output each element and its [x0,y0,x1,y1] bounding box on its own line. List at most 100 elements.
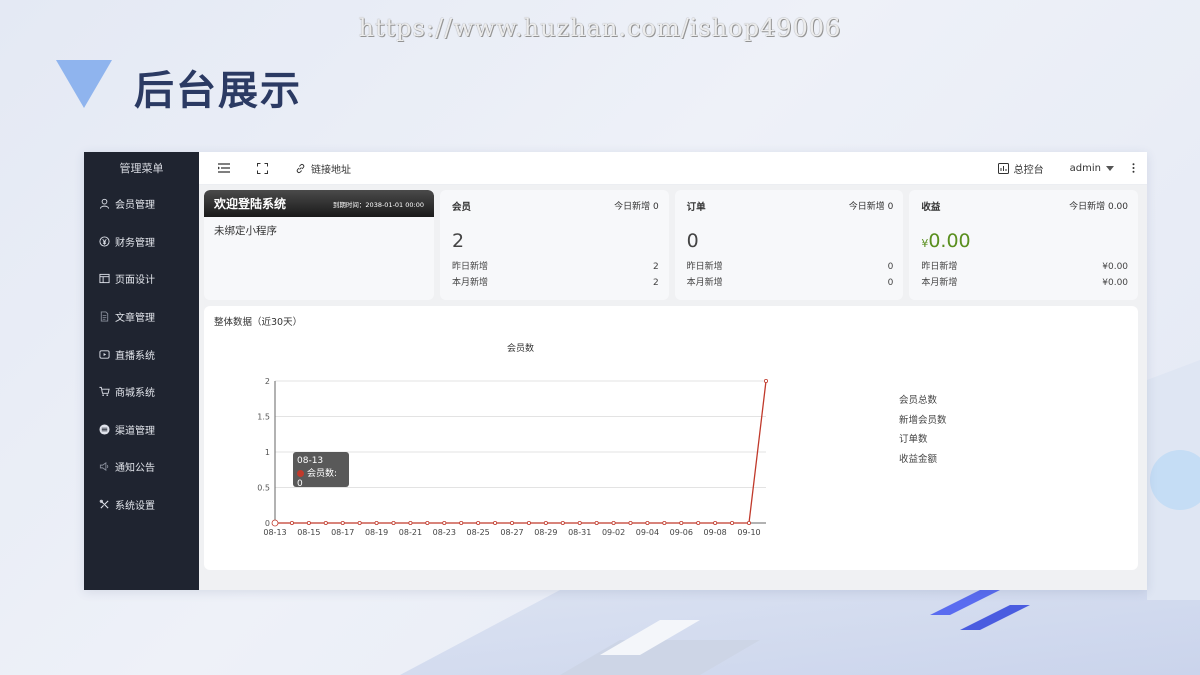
sidebar: 管理菜单 会员管理 财务管理 页面设计 文章管理 直播系统 商城系统 渠道管理 [84,152,199,590]
dashboard-content: 欢迎登陆系统 到期时间：2038-01-01 00:00 未绑定小程序 会员 今日… [199,185,1147,590]
data-point [289,520,294,525]
data-point [374,520,379,525]
sidebar-item-label: 财务管理 [115,237,155,249]
stat-month: 2 [652,278,659,288]
channel-icon [98,423,110,435]
tools-icon [98,499,110,511]
y-tick-label: 2 [265,377,270,386]
yen-circle-icon [98,235,110,247]
sidebar-item-label: 页面设计 [115,275,155,287]
sidebar-item-live[interactable]: 直播系统 [84,335,199,373]
legend-item[interactable]: 订单数 [899,431,947,451]
stat-value: 2 [452,230,465,252]
sidebar-item-finance[interactable]: 财务管理 [84,223,199,261]
y-tick-label: 0 [265,519,270,528]
data-point [713,520,718,525]
legend-item[interactable]: 会员总数 [899,392,947,412]
speaker-icon [98,461,110,473]
sidebar-item-label: 会员管理 [115,200,155,212]
data-point [560,520,565,525]
main-area: 链接地址 总控台 admin 欢迎登陆系统 到期时间：2038-01-01 00… [199,152,1147,590]
data-point [357,520,362,525]
menu-collapse-icon[interactable] [217,161,231,175]
revenue-stat-card: 收益 今日新增 0.00 ¥0.00 昨日新增 ¥0.00 本月新增 ¥0.00 [909,190,1139,300]
link-address-button[interactable]: 链接地址 [293,161,351,176]
welcome-header: 欢迎登陆系统 到期时间：2038-01-01 00:00 [204,190,434,217]
data-point [509,520,514,525]
x-tick-label: 08-25 [467,528,490,537]
sidebar-item-articles[interactable]: 文章管理 [84,298,199,336]
title-triangle-icon [56,60,112,108]
sidebar-item-label: 渠道管理 [115,425,155,437]
x-tick-label: 08-15 [297,528,320,537]
stat-yesterday: 0 [887,262,894,272]
user-icon [98,198,110,210]
console-label: 总控台 [1013,164,1044,176]
data-point [323,520,328,525]
sidebar-item-page-design[interactable]: 页面设计 [84,260,199,298]
x-tick-label: 08-29 [534,528,557,537]
chart-title: 会员数 [507,342,534,354]
summary-cards: 欢迎登陆系统 到期时间：2038-01-01 00:00 未绑定小程序 会员 今日… [204,190,1139,300]
sidebar-item-notices[interactable]: 通知公告 [84,448,199,486]
data-point [408,520,413,525]
data-point [628,520,633,525]
data-point [526,520,531,525]
legend-item[interactable]: 收益金额 [899,451,947,471]
sidebar-item-settings[interactable]: 系统设置 [84,486,199,524]
sidebar-item-mall[interactable]: 商城系统 [84,373,199,411]
stat-label: 收益 [921,202,941,213]
data-point [543,520,548,525]
admin-window: 管理菜单 会员管理 财务管理 页面设计 文章管理 直播系统 商城系统 渠道管理 [84,152,1147,590]
miniprogram-status: 未绑定小程序 [214,225,277,237]
sidebar-item-label: 直播系统 [115,350,155,362]
data-point [730,520,735,525]
slide-title: 后台展示 [134,68,302,114]
stat-yesterday-label: 昨日新增 [921,262,958,272]
data-point [662,520,667,525]
console-button[interactable]: 总控台 [997,161,1044,176]
cart-icon [98,386,110,398]
data-point [679,520,684,525]
expire-date: 到期时间：2038-01-01 00:00 [332,200,424,209]
x-tick-label: 08-27 [500,528,523,537]
sidebar-item-label: 系统设置 [115,501,155,513]
sidebar-item-members[interactable]: 会员管理 [84,185,199,223]
stat-today: 今日新增 0 [848,202,894,212]
line-chart: 会员数 0 0.5 1 1.5 2 08-13 08-15 08-17 08-19 08-21 08-… [257,342,769,537]
video-icon [98,348,110,360]
y-tick-label: 1 [265,448,270,457]
data-point [611,520,616,525]
stat-yesterday: ¥0.00 [1102,262,1129,272]
user-dropdown[interactable]: admin [1070,163,1114,174]
x-tick-label: 08-23 [433,528,456,537]
data-point [391,520,396,525]
console-icon [997,162,1009,174]
chart-legend: 会员总数 新增会员数 订单数 收益金额 [899,392,947,470]
more-options-icon[interactable] [1132,163,1135,173]
data-point [476,520,481,525]
data-point [425,520,430,525]
legend-item[interactable]: 新增会员数 [899,412,947,432]
data-point [306,520,311,525]
data-point [645,520,650,525]
y-tick-label: 0.5 [257,484,270,493]
fullscreen-icon[interactable] [255,161,269,175]
data-point [459,520,464,525]
top-bar: 链接地址 总控台 admin [199,152,1147,185]
data-point [493,520,498,525]
data-point [747,520,752,525]
sidebar-item-label: 文章管理 [115,313,155,325]
data-point [764,379,769,384]
members-stat-card: 会员 今日新增 0 2 昨日新增 2 本月新增 2 [440,190,669,300]
overall-data-card: 整体数据（近30天） 会员数 0 0.5 1 1.5 2 08-13 08-15 08-17 08… [204,306,1138,570]
stat-today: 今日新增 0.00 [1069,202,1129,212]
watermark-text: https://www.huzhan.com/ishop49006 [358,14,842,42]
stat-today: 今日新增 0 [614,202,659,212]
x-tick-label: 09-02 [602,528,625,537]
data-point [594,520,599,525]
data-point [577,520,582,525]
x-tick-label: 09-08 [704,528,727,537]
x-tick-label: 08-13 [263,528,286,537]
sidebar-item-channels[interactable]: 渠道管理 [84,411,199,449]
